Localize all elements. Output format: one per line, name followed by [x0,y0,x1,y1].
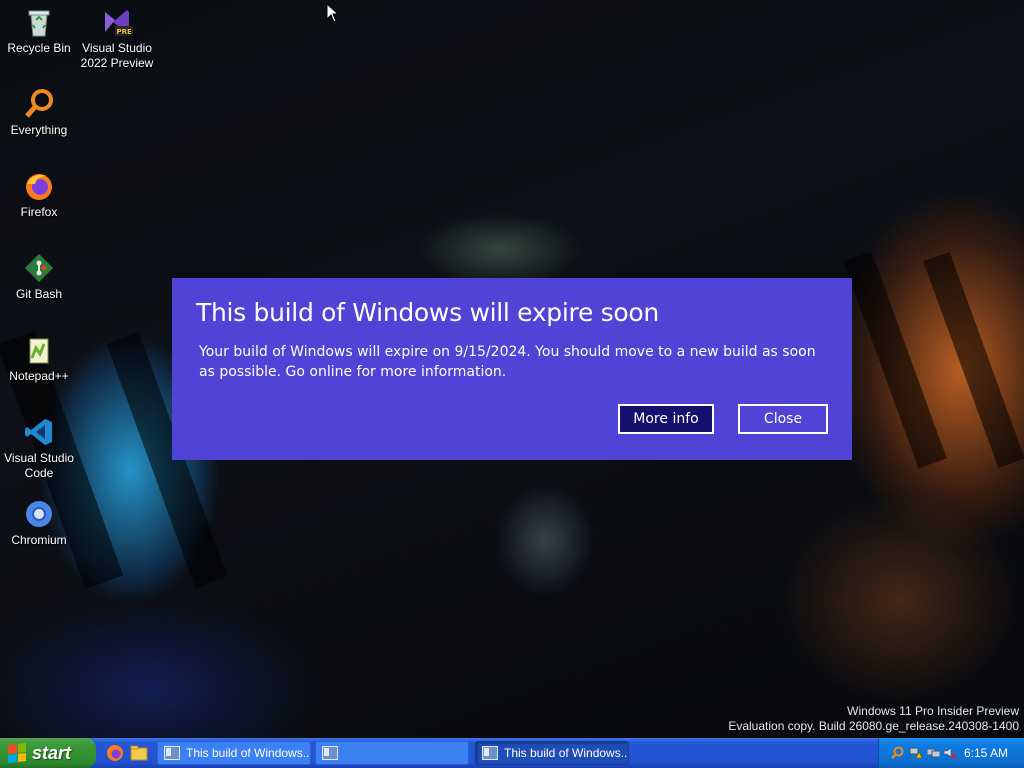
search-tray-icon[interactable] [891,746,904,759]
network-warning-icon[interactable] [909,746,922,759]
watermark-line-2: Evaluation copy. Build 26080.ge_release.… [728,719,1019,733]
desktop-icon-label: Everything [10,123,68,137]
desktop-icon-firefox[interactable]: Firefox [1,170,77,220]
start-label: start [32,742,72,763]
expiration-dialog: This build of Windows will expire soon Y… [172,278,852,460]
window-icon [164,746,180,760]
git-bash-icon [23,252,55,284]
desktop-icon-everything[interactable]: Everything [1,88,77,138]
dialog-title: This build of Windows will expire soon [196,298,659,327]
system-tray: 6:15 AM [878,738,1024,768]
taskbar-item-label: This build of Windows... [504,746,629,760]
desktop-icon-label: Chromium [11,533,67,547]
desktop-icon-git-bash[interactable]: Git Bash [1,252,77,302]
windows-logo-icon [8,743,26,763]
taskbar-item-expire-dialog-active[interactable]: This build of Windows... [475,741,629,765]
taskbar-item-label: This build of Windows... [186,746,311,760]
window-icon [482,746,498,760]
desktop-icon-label: Visual Studio Code [4,451,74,480]
close-button[interactable]: Close [738,404,828,434]
chromium-icon [23,498,55,530]
folder-quicklaunch-icon[interactable] [130,744,148,762]
desktop-icon-label: Visual Studio 2022 Preview [80,41,154,70]
taskbar: start This build of Windows... This buil… [0,738,1024,768]
desktop-icon-label: Git Bash [15,287,63,301]
desktop-icon-label: Notepad++ [9,369,69,383]
taskbar-item-window[interactable] [315,741,469,765]
desktop-icon-label: Recycle Bin [7,41,71,55]
desktop-icon-vscode[interactable]: Visual Studio Code [1,416,77,481]
desktop-icon-recycle-bin[interactable]: Recycle Bin [1,6,77,56]
window-icon [322,746,338,760]
notepad-plus-plus-icon [23,334,55,366]
desktop-icon-visual-studio[interactable]: PRE Visual Studio 2022 Preview [79,6,155,71]
desktop-icon-notepad-plus-plus[interactable]: Notepad++ [1,334,77,384]
visual-studio-icon: PRE [101,6,133,38]
more-info-button[interactable]: More info [618,404,714,434]
desktop-icon-chromium[interactable]: Chromium [1,498,77,548]
firefox-quicklaunch-icon[interactable] [106,744,124,762]
taskbar-item-expire-dialog[interactable]: This build of Windows... [157,741,311,765]
recycle-bin-icon [23,6,55,38]
everything-search-icon [23,88,55,120]
network-disconnected-icon[interactable] [927,746,940,759]
desktop-icon-label: Firefox [20,205,58,219]
dialog-message: Your build of Windows will expire on 9/1… [199,344,816,380]
evaluation-watermark: Windows 11 Pro Insider Preview Evaluatio… [728,704,1019,734]
start-button[interactable]: start [0,738,96,768]
volume-muted-icon[interactable] [943,746,956,759]
clock[interactable]: 6:15 AM [964,746,1008,760]
pre-badge: PRE [117,28,133,36]
vscode-icon [23,416,55,448]
mouse-cursor-icon [326,3,340,23]
watermark-line-1: Windows 11 Pro Insider Preview [847,704,1019,718]
firefox-icon [23,170,55,202]
